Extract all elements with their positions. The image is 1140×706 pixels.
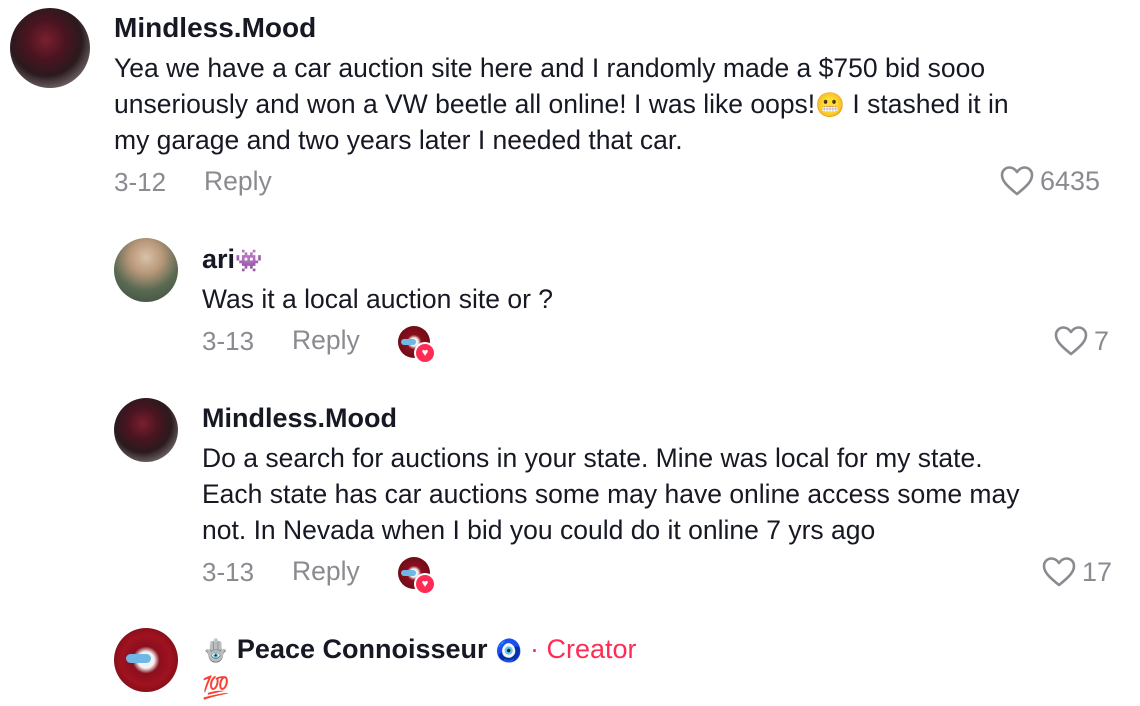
separator-dot: · — [529, 634, 539, 664]
comment-date: 3-13 — [202, 326, 255, 356]
avatar[interactable] — [114, 238, 178, 302]
avatar[interactable] — [114, 628, 178, 692]
comment-text-line: not. In Nevada when I bid you could do i… — [202, 515, 876, 545]
reply-button[interactable]: Reply — [292, 556, 360, 587]
comment-author[interactable]: Mindless.Mood — [114, 12, 316, 44]
heart-icon: ♥ — [414, 342, 436, 364]
comment-text-segment: I stashed it in — [845, 89, 1009, 119]
like-button[interactable]: 6435 — [1000, 165, 1100, 197]
comment-text-line: Each state has car auctions some may hav… — [202, 479, 1020, 509]
alien-monster-emoji-icon: 👾 — [235, 248, 263, 273]
like-count: 6435 — [1040, 165, 1101, 196]
avatar[interactable] — [10, 8, 90, 88]
grimace-emoji-icon: 😬 — [815, 92, 846, 119]
comment-author[interactable]: ari👾 — [202, 244, 262, 275]
like-count: 7 — [1094, 325, 1110, 356]
comment-date: 3-12 — [114, 167, 167, 197]
comment-text-line: Yea we have a car auction site here and … — [114, 53, 986, 83]
comment-author[interactable]: 🪬 Peace Connoisseur 🧿 · Creator — [202, 634, 637, 665]
comment-text-line: my garage and two years later I needed t… — [114, 125, 683, 155]
reply-button[interactable]: Reply — [292, 325, 360, 356]
author-name: Peace Connoisseur — [236, 634, 488, 664]
avatar[interactable] — [114, 398, 178, 462]
heart-outline-icon — [1054, 325, 1088, 357]
like-button[interactable]: 7 — [1054, 325, 1109, 357]
nazar-amulet-emoji-icon: 🧿 — [495, 638, 523, 663]
heart-icon: ♥ — [414, 573, 436, 595]
like-button[interactable]: 17 — [1042, 556, 1112, 588]
reply-button[interactable]: Reply — [204, 166, 272, 197]
comment-author[interactable]: Mindless.Mood — [202, 403, 397, 434]
creator-badge: Creator — [546, 634, 637, 664]
heart-outline-icon — [1042, 556, 1076, 588]
hamsa-emoji-icon: 🪬 — [202, 638, 230, 663]
author-name: ari — [202, 244, 236, 274]
heart-outline-icon — [1000, 165, 1034, 197]
creator-liked-badge: ♥ — [398, 557, 436, 595]
comment-text-line: unseriously and won a VW beetle all onli… — [114, 86, 1009, 124]
creator-liked-badge: ♥ — [398, 326, 436, 364]
comment-text-line: 💯 — [202, 675, 230, 700]
comment-text-line: Was it a local auction site or ? — [202, 284, 554, 314]
comment-date: 3-13 — [202, 557, 255, 587]
like-count: 17 — [1082, 556, 1113, 587]
comment-text-segment: unseriously and won a VW beetle all onli… — [114, 89, 816, 119]
comment-text-line: Do a search for auctions in your state. … — [202, 443, 983, 473]
